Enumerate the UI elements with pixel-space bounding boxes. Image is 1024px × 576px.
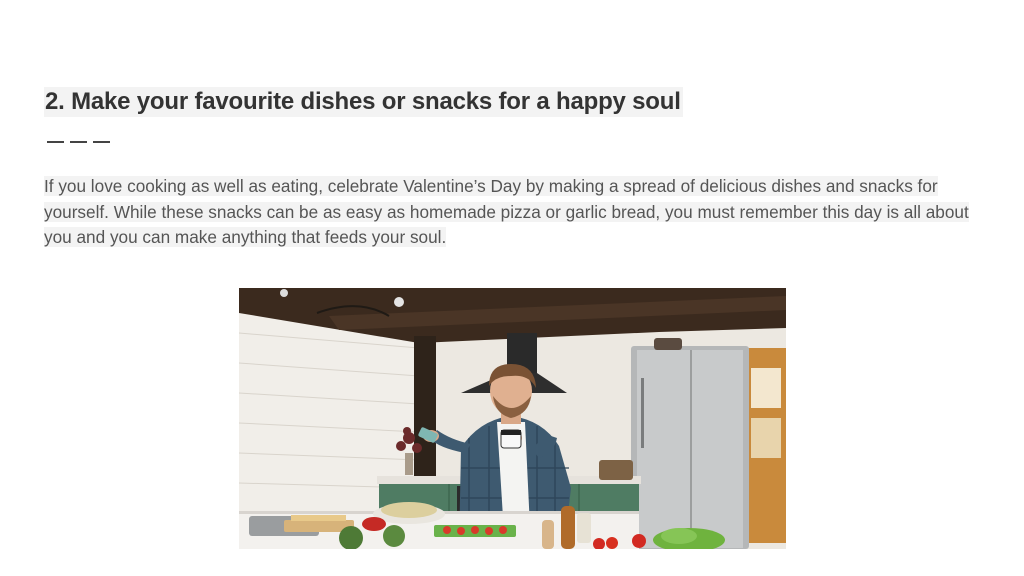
- page-heading: 2. Make your favourite dishes or snacks …: [44, 87, 683, 117]
- heading-divider: [47, 141, 110, 143]
- kitchen-photo: [239, 288, 786, 549]
- divider-dash: [93, 141, 110, 143]
- divider-dash: [70, 141, 87, 143]
- body-paragraph: If you love cooking as well as eating, c…: [44, 174, 979, 251]
- divider-dash: [47, 141, 64, 143]
- body-paragraph-text: If you love cooking as well as eating, c…: [44, 176, 969, 247]
